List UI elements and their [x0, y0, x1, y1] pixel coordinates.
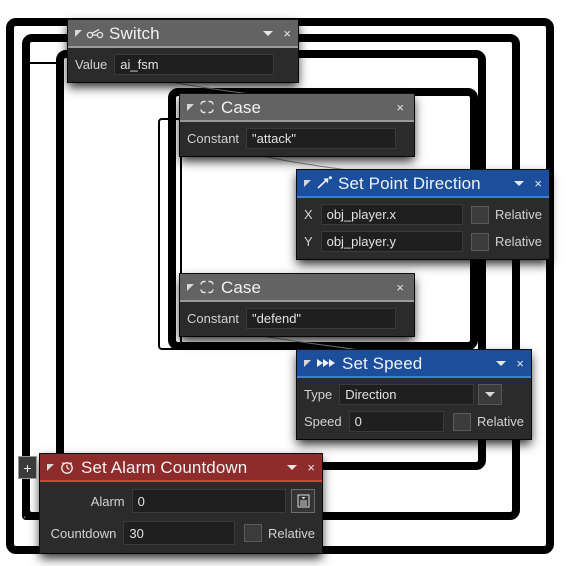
node-set-point-direction-header[interactable]: Set Point Direction ×: [297, 170, 549, 196]
field-label-x: X: [304, 207, 313, 222]
node-set-speed[interactable]: Set Speed × Type Direction Speed 0 Relat…: [297, 350, 531, 439]
field-label-alarm: Alarm: [90, 493, 125, 509]
type-select[interactable]: Direction: [339, 384, 475, 405]
field-label-constant: Constant: [187, 131, 240, 146]
chevron-down-icon[interactable]: [263, 30, 274, 36]
field-row-alarm: Alarm 0: [47, 489, 315, 513]
list-menu-icon: [297, 494, 309, 508]
field-label-value: Value: [75, 57, 108, 72]
x-relative-label: Relative: [495, 207, 542, 222]
countdown-relative-label: Relative: [268, 525, 315, 541]
field-label-type: Type: [304, 387, 333, 402]
field-row-y: Y obj_player.y Relative: [304, 231, 542, 252]
node-case-defend-title: Case: [221, 277, 262, 297]
node-set-alarm-countdown[interactable]: Set Alarm Countdown × Alarm 0 Countdown …: [40, 454, 322, 553]
chevron-down-icon[interactable]: [514, 180, 525, 186]
node-switch-body: Value ai_fsm: [68, 48, 298, 82]
node-case-attack-title: Case: [221, 97, 262, 117]
node-set-point-direction-body: X obj_player.x Relative Y obj_player.y R…: [297, 198, 549, 259]
value-input[interactable]: ai_fsm: [114, 54, 275, 75]
x-relative-checkbox[interactable]: [471, 205, 490, 224]
field-row-constant: Constant "defend": [187, 308, 407, 329]
speed-input[interactable]: 0: [348, 411, 445, 432]
node-set-alarm-countdown-body: Alarm 0 Countdown 30 Relative: [40, 482, 322, 553]
node-set-point-direction-title: Set Point Direction: [338, 173, 481, 193]
y-input[interactable]: obj_player.y: [320, 231, 464, 252]
field-row-speed: Speed 0 Relative: [304, 411, 524, 432]
y-relative-label: Relative: [495, 234, 542, 249]
case-loop-icon: [198, 100, 216, 114]
case-loop-icon: [198, 280, 216, 294]
add-node-button[interactable]: +: [18, 456, 37, 479]
alarm-input[interactable]: 0: [131, 489, 286, 513]
field-label-constant: Constant: [187, 311, 240, 326]
chevron-down-icon[interactable]: [496, 360, 507, 366]
script-frame-inner-a: [22, 62, 62, 520]
node-case-defend[interactable]: Case × Constant "defend": [180, 274, 414, 336]
collapse-icon[interactable]: [187, 103, 194, 111]
arrow-up-right-icon: [315, 176, 333, 190]
type-dropdown-button[interactable]: [478, 384, 503, 405]
close-icon[interactable]: ×: [282, 27, 292, 40]
constant-input[interactable]: "defend": [246, 308, 397, 329]
node-set-point-direction[interactable]: Set Point Direction × X obj_player.x Rel…: [297, 170, 549, 259]
node-case-attack-body: Constant "attack": [180, 122, 414, 156]
field-row-constant: Constant "attack": [187, 128, 407, 149]
script-frame-inner-b: [158, 118, 182, 350]
collapse-icon[interactable]: [75, 29, 82, 37]
field-row-value: Value ai_fsm: [75, 54, 291, 75]
node-switch-title: Switch: [109, 23, 160, 43]
node-case-attack-header[interactable]: Case ×: [180, 94, 414, 120]
node-case-defend-body: Constant "defend": [180, 302, 414, 336]
close-icon[interactable]: ×: [515, 357, 525, 370]
node-switch[interactable]: Switch × Value ai_fsm: [68, 20, 298, 82]
list-menu-icon-button[interactable]: [291, 489, 315, 513]
node-editor-canvas[interactable]: Switch × Value ai_fsm Case × Constant "a…: [0, 0, 568, 566]
field-row-countdown: Countdown 30 Relative: [47, 521, 315, 545]
close-icon[interactable]: ×: [533, 177, 543, 190]
field-label-y: Y: [304, 234, 313, 249]
field-row-x: X obj_player.x Relative: [304, 204, 542, 225]
alarm-clock-icon: [58, 459, 76, 475]
node-set-alarm-countdown-title: Set Alarm Countdown: [81, 457, 248, 477]
collapse-icon[interactable]: [304, 359, 311, 367]
collapse-icon[interactable]: [187, 283, 194, 291]
switch-icon: [86, 27, 104, 39]
countdown-input[interactable]: 30: [123, 521, 236, 545]
x-input[interactable]: obj_player.x: [320, 204, 464, 225]
node-set-speed-header[interactable]: Set Speed ×: [297, 350, 531, 376]
y-relative-checkbox[interactable]: [471, 232, 490, 251]
node-set-speed-body: Type Direction Speed 0 Relative: [297, 378, 531, 439]
field-label-countdown: Countdown: [50, 525, 117, 541]
node-case-defend-header[interactable]: Case ×: [180, 274, 414, 300]
node-set-speed-title: Set Speed: [342, 353, 423, 373]
chevron-down-icon: [485, 392, 496, 397]
countdown-relative-checkbox[interactable]: [244, 524, 263, 542]
fast-forward-icon: [315, 357, 337, 369]
collapse-icon[interactable]: [304, 179, 311, 187]
chevron-down-icon[interactable]: [287, 464, 298, 470]
field-label-speed: Speed: [304, 414, 342, 429]
node-switch-header[interactable]: Switch ×: [68, 20, 298, 46]
constant-input[interactable]: "attack": [246, 128, 397, 149]
node-set-alarm-countdown-header[interactable]: Set Alarm Countdown ×: [40, 454, 322, 480]
speed-relative-checkbox[interactable]: [453, 412, 472, 431]
close-icon[interactable]: ×: [395, 281, 405, 294]
speed-relative-label: Relative: [477, 414, 524, 429]
close-icon[interactable]: ×: [395, 101, 405, 114]
field-row-type: Type Direction: [304, 384, 524, 405]
node-case-attack[interactable]: Case × Constant "attack": [180, 94, 414, 156]
close-icon[interactable]: ×: [306, 461, 316, 474]
collapse-icon[interactable]: [47, 463, 54, 471]
